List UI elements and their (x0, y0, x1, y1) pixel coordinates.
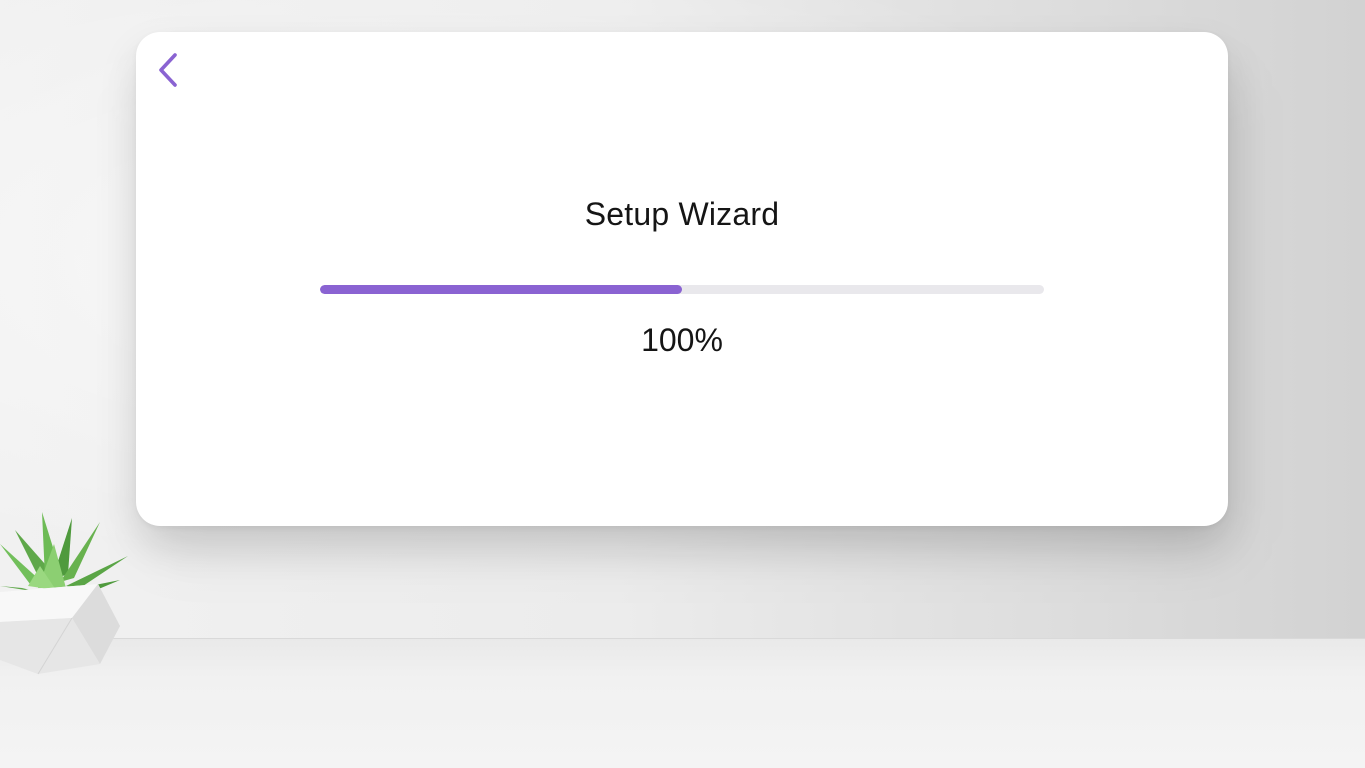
succulent-plant-decoration (0, 512, 128, 675)
progress-bar-fill (320, 285, 682, 294)
chevron-left-icon (159, 53, 177, 87)
progress-bar (320, 285, 1044, 294)
progress-percent: 100% (641, 322, 723, 358)
back-button[interactable] (152, 50, 184, 90)
page-title: Setup Wizard (584, 196, 780, 232)
desk-surface (0, 638, 1365, 768)
setup-wizard-card: Setup Wizard 100% (136, 32, 1228, 526)
